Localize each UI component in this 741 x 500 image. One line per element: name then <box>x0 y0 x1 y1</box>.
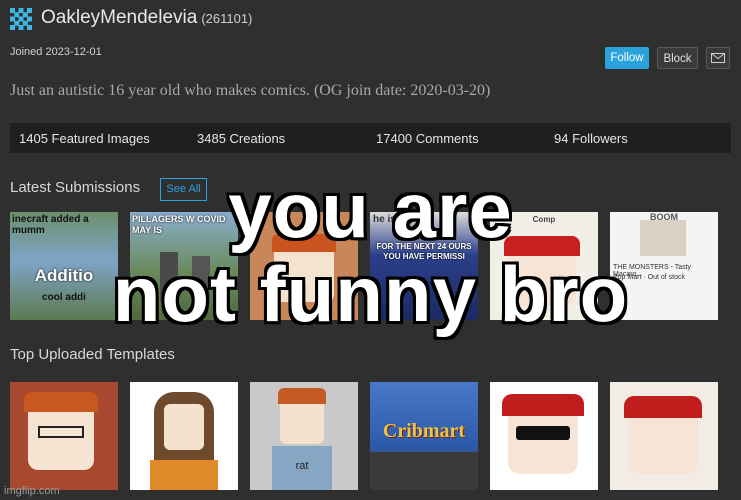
follow-button[interactable]: Follow <box>605 47 649 69</box>
stat-comments[interactable]: 17400 Comments <box>376 131 479 146</box>
block-button[interactable]: Block <box>657 47 698 69</box>
envelope-icon <box>711 53 725 63</box>
stats-bar: 1405 Featured Images 3485 Creations 1740… <box>10 123 731 153</box>
glasses-icon <box>38 426 84 438</box>
character-hair <box>24 392 98 412</box>
character-hair <box>278 388 326 404</box>
character-shirt: rat <box>272 446 332 490</box>
character-hair <box>502 394 584 416</box>
stat-followers[interactable]: 94 Followers <box>554 131 628 146</box>
meme-line-2: not funny bro <box>112 250 629 338</box>
stat-creations[interactable]: 3485 Creations <box>197 131 285 146</box>
template-thumb-5[interactable] <box>490 382 598 490</box>
template-thumb-1[interactable] <box>10 382 118 490</box>
template-thumb-2[interactable] <box>130 382 238 490</box>
username-text: OakleyMendelevia <box>41 7 198 28</box>
site-logo-icon <box>10 8 32 30</box>
character-shirt <box>150 460 218 490</box>
stat-featured[interactable]: 1405 Featured Images <box>19 131 150 146</box>
character-hair <box>624 396 702 418</box>
message-button[interactable] <box>706 47 730 69</box>
template-thumb-6[interactable] <box>610 382 718 490</box>
template-thumb-4[interactable]: Cribmart <box>370 382 478 490</box>
user-id: (261101) <box>201 11 253 26</box>
template-thumb-3[interactable]: rat <box>250 382 358 490</box>
meme-line-1: you are <box>228 166 513 254</box>
store-sign: Cribmart <box>382 420 466 442</box>
profile-bio: Just an autistic 16 year old who makes c… <box>10 82 491 99</box>
imgflip-watermark: imgflip.com <box>4 485 60 497</box>
profile-username: OakleyMendelevia (261101) <box>41 7 252 29</box>
storefront <box>370 452 478 490</box>
sunglasses-icon <box>516 426 570 440</box>
character-face <box>164 404 204 450</box>
meme-overlay-text: you are not funny bro <box>0 168 741 336</box>
joined-date: Joined 2023-12-01 <box>10 46 102 58</box>
top-templates-heading: Top Uploaded Templates <box>10 346 175 363</box>
